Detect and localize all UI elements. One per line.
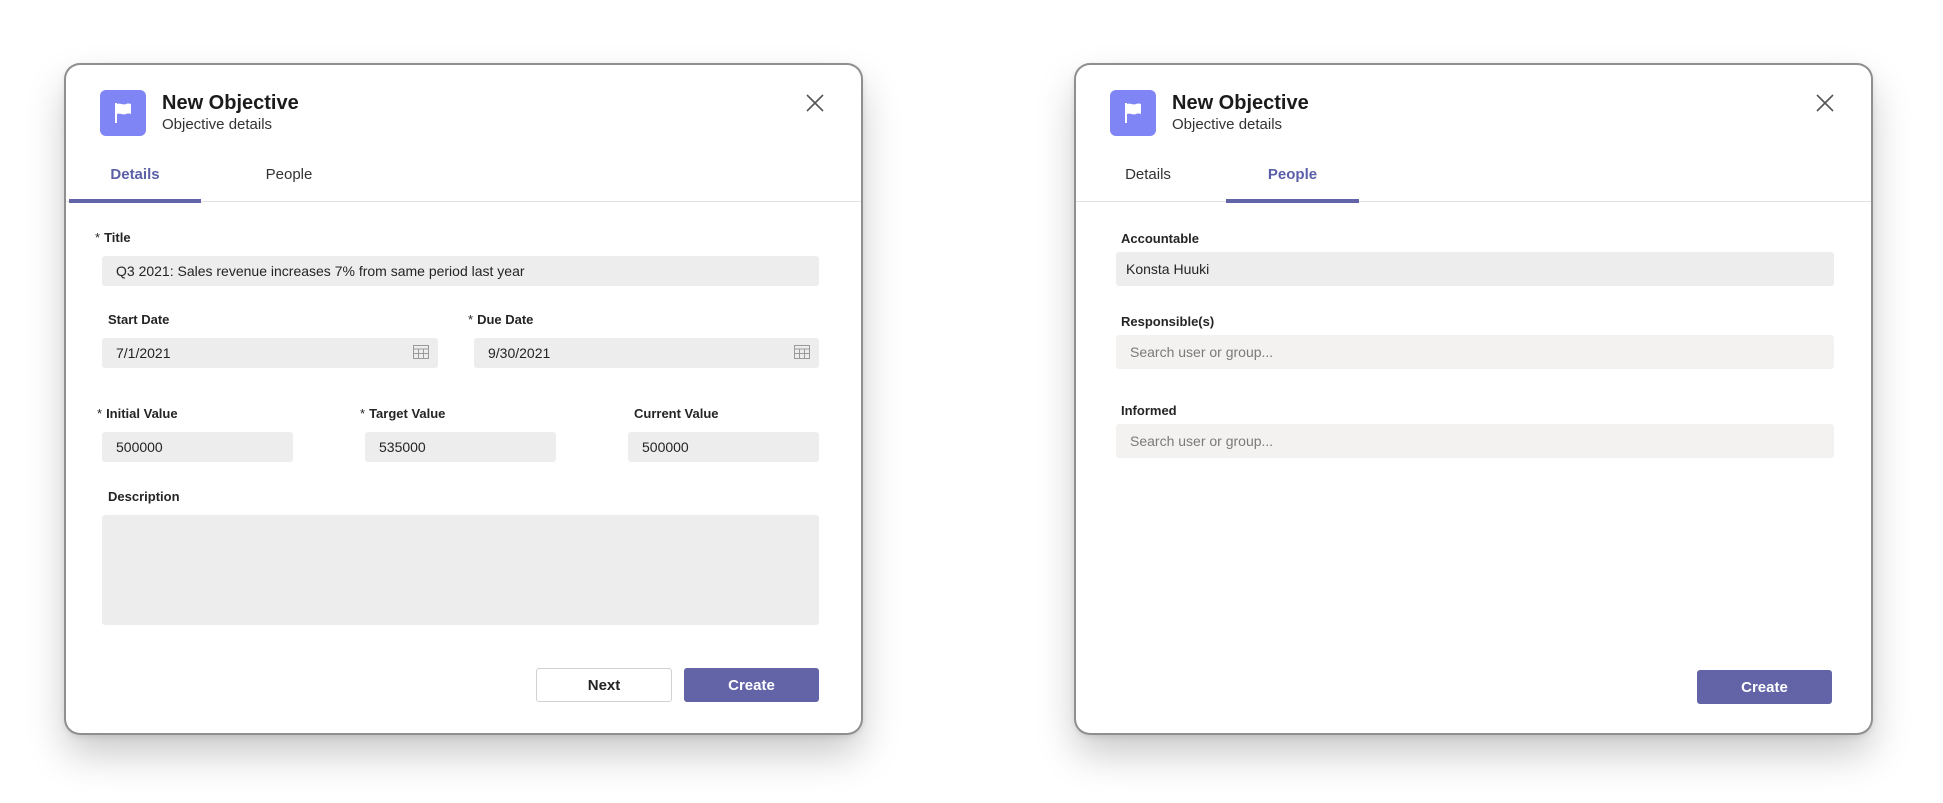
current-value-label: Current Value <box>634 406 719 421</box>
create-button[interactable]: Create <box>1697 670 1832 704</box>
initial-value: 500000 <box>116 439 163 455</box>
start-date-field[interactable]: 7/1/2021 <box>102 338 438 368</box>
tab-details[interactable]: Details <box>69 160 201 203</box>
current-value-field[interactable]: 500000 <box>628 432 819 462</box>
required-mark: * <box>95 230 101 245</box>
required-mark: * <box>360 406 366 421</box>
required-mark: * <box>97 406 103 421</box>
title-label: * Title <box>95 230 131 245</box>
dialog-title: New Objective <box>1172 92 1309 114</box>
due-date-value: 9/30/2021 <box>488 345 551 361</box>
informed-search-input[interactable] <box>1130 433 1820 449</box>
target-value: 535000 <box>379 439 426 455</box>
dialog-subtitle: Objective details <box>162 116 273 133</box>
dialog-subtitle: Objective details <box>1172 116 1283 133</box>
accountable-field[interactable]: Konsta Huuki <box>1116 252 1834 286</box>
accountable-value: Konsta Huuki <box>1126 261 1210 277</box>
title-field-value: Q3 2021: Sales revenue increases 7% from… <box>116 263 525 279</box>
title-field[interactable]: Q3 2021: Sales revenue increases 7% from… <box>102 256 819 286</box>
dialog-title: New Objective <box>162 92 299 114</box>
responsible-search-input[interactable] <box>1130 344 1820 360</box>
responsible-label: Responsible(s) <box>1121 314 1215 329</box>
start-date-label: Start Date <box>108 312 170 327</box>
create-button[interactable]: Create <box>684 668 819 702</box>
required-mark: * <box>468 312 474 327</box>
initial-value-label-text: Initial Value <box>106 406 178 421</box>
accountable-label: Accountable <box>1121 231 1200 246</box>
new-objective-dialog-people: New Objective Objective details Details … <box>1076 65 1871 733</box>
target-value-field[interactable]: 535000 <box>365 432 556 462</box>
initial-value-label: * Initial Value <box>97 406 178 421</box>
description-label: Description <box>108 489 180 504</box>
target-value-label: * Target Value <box>360 406 445 421</box>
current-value: 500000 <box>642 439 689 455</box>
next-button[interactable]: Next <box>536 668 672 702</box>
title-label-text: Title <box>104 230 131 245</box>
tab-people[interactable]: People <box>244 160 334 202</box>
informed-label: Informed <box>1121 403 1177 418</box>
initial-value-field[interactable]: 500000 <box>102 432 293 462</box>
tab-bar: Details People <box>66 160 861 203</box>
informed-field[interactable] <box>1116 424 1834 458</box>
responsible-field[interactable] <box>1116 335 1834 369</box>
due-date-field[interactable]: 9/30/2021 <box>474 338 819 368</box>
tab-people[interactable]: People <box>1226 160 1359 203</box>
due-date-label-text: Due Date <box>477 312 534 327</box>
target-value-label-text: Target Value <box>369 406 446 421</box>
calendar-icon[interactable] <box>412 343 430 361</box>
flag-icon <box>1110 90 1156 136</box>
close-icon[interactable] <box>805 93 825 113</box>
tab-details[interactable]: Details <box>1108 160 1188 202</box>
calendar-icon[interactable] <box>793 343 811 361</box>
start-date-value: 7/1/2021 <box>116 345 171 361</box>
flag-icon <box>100 90 146 136</box>
due-date-label: * Due Date <box>468 312 533 327</box>
new-objective-dialog-details: New Objective Objective details Details … <box>66 65 861 733</box>
close-icon[interactable] <box>1815 93 1835 113</box>
tab-bar: Details People <box>1076 160 1871 203</box>
description-field[interactable] <box>102 515 819 625</box>
